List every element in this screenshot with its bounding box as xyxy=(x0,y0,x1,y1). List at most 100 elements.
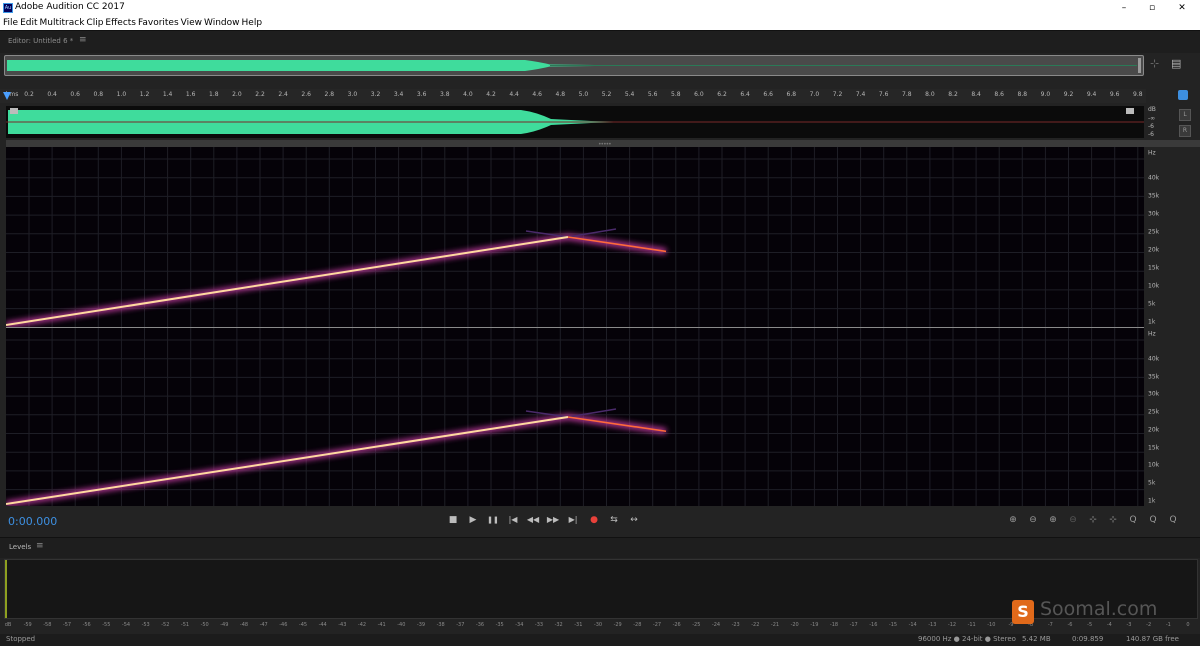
editor-tab-title[interactable]: Editor: Untitled 6 * xyxy=(8,37,73,45)
levels-scale-tick: -57 xyxy=(62,622,72,628)
time-display[interactable]: 0:00.000 xyxy=(8,515,57,528)
hz-tick-label: 40k xyxy=(1148,174,1160,182)
status-bar: Stopped 96000 Hz ● 24-bit ● Stereo 5.42 … xyxy=(0,634,1200,646)
go-to-end-button[interactable]: ▶| xyxy=(564,512,582,528)
ruler-tick-label: 9.8 xyxy=(1133,91,1143,98)
snap-icon[interactable] xyxy=(1178,90,1188,100)
levels-scale-tick: -17 xyxy=(849,622,858,628)
menu-view[interactable]: View xyxy=(180,16,203,30)
levels-scale-tick: -19 xyxy=(810,622,819,628)
ruler-tick-label: 9.4 xyxy=(1086,91,1097,98)
ruler-tick-label: 5.2 xyxy=(601,91,612,98)
hz-tick-label: 15k xyxy=(1148,264,1160,272)
menu-clip[interactable]: Clip xyxy=(85,16,104,30)
levels-scale-tick: -31 xyxy=(574,622,583,628)
zoom-navigator-icon[interactable]: ⊹ xyxy=(1150,57,1159,70)
levels-scale-tick: -22 xyxy=(751,622,760,628)
levels-scale-tick: -48 xyxy=(239,622,249,628)
frequency-scale-right: Hz 40k 35k 30k 25k 20k 15k 10k 5k 1k xyxy=(1146,328,1176,506)
menu-bar: File Edit Multitrack Clip Effects Favorites Vi… xyxy=(0,16,1200,30)
ruler-tick-label: 0.4 xyxy=(47,91,57,98)
menu-effects[interactable]: Effects xyxy=(104,16,137,30)
channel-right-button[interactable]: R xyxy=(1179,125,1191,137)
levels-scale-tick: -27 xyxy=(652,622,662,628)
ruler-tick-label: 6.6 xyxy=(763,91,773,98)
levels-scale-tick: 0 xyxy=(1186,622,1190,628)
waveform-display[interactable] xyxy=(6,106,1144,138)
levels-scale-tick: -33 xyxy=(534,622,544,628)
levels-scale-tick: -16 xyxy=(869,622,878,628)
levels-tab-title[interactable]: Levels xyxy=(9,543,31,551)
hz-unit-label: Hz xyxy=(1148,149,1156,157)
ruler-tick-label: 9.6 xyxy=(1109,91,1120,98)
menu-window[interactable]: Window xyxy=(203,16,241,30)
db-label-inf: -∞ xyxy=(1148,115,1156,122)
levels-scale-tick: -32 xyxy=(554,622,563,628)
zoom-selected-icon[interactable]: Q xyxy=(1164,512,1182,528)
levels-scale-tick: -30 xyxy=(593,622,603,628)
ruler-tick-label: 5.6 xyxy=(647,91,658,98)
watermark: S Soomal.com xyxy=(1012,598,1182,628)
menu-help[interactable]: Help xyxy=(241,16,264,30)
transport-state: Stopped xyxy=(6,635,36,643)
ruler-tick-label: 0.8 xyxy=(93,91,104,98)
ruler-tick-label: 6.2 xyxy=(717,91,727,98)
channel-left-button[interactable]: L xyxy=(1179,109,1191,121)
menu-favorites[interactable]: Favorites xyxy=(137,16,180,30)
fast-forward-button[interactable]: ▶▶ xyxy=(544,512,562,528)
hz-unit-label: Hz xyxy=(1148,330,1156,338)
levels-scale-tick: -21 xyxy=(770,622,780,628)
pause-button[interactable]: ❚❚ xyxy=(484,512,502,528)
panel-options-icon[interactable]: ▤ xyxy=(1171,57,1181,70)
levels-scale-tick: -46 xyxy=(279,622,288,628)
loop-playback-button[interactable]: ⇆ xyxy=(605,512,623,528)
ruler-tick-label: 6.8 xyxy=(786,91,797,98)
levels-menu-icon[interactable]: ≡ xyxy=(36,541,44,551)
menu-file[interactable]: File xyxy=(2,16,19,30)
levels-scale-tick: -56 xyxy=(82,622,91,628)
zoom-to-selection-icon[interactable]: Q xyxy=(1144,512,1162,528)
zoom-out-time-icon[interactable]: ⊖ xyxy=(1064,512,1082,528)
zoom-in-point-in-icon[interactable]: ⊹ xyxy=(1104,512,1122,528)
minimize-button[interactable]: – xyxy=(1110,1,1138,15)
levels-scale-tick: -51 xyxy=(180,622,190,628)
maximize-button[interactable]: ▫ xyxy=(1138,1,1166,15)
ruler-tick-label: 0.6 xyxy=(70,91,80,98)
levels-scale-tick: -10 xyxy=(987,622,996,628)
levels-scale-tick: -59 xyxy=(23,622,32,628)
hz-tick-label: 1k xyxy=(1148,497,1156,505)
close-button[interactable]: ✕ xyxy=(1168,1,1196,15)
play-button[interactable]: ▶ xyxy=(464,512,482,528)
zoom-in-point-out-icon[interactable]: Q xyxy=(1124,512,1142,528)
ruler-tick-label: 7.8 xyxy=(902,91,912,98)
menu-list: File Edit Multitrack Clip Effects Favorites Vi… xyxy=(2,16,263,30)
menu-multitrack[interactable]: Multitrack xyxy=(39,16,86,30)
panel-menu-icon[interactable]: ≡ xyxy=(79,35,87,45)
waveform-graphic xyxy=(6,108,1144,134)
ruler-tick-label: 3.6 xyxy=(416,91,427,98)
zoom-out-full-icon[interactable]: ⊹ xyxy=(1084,512,1102,528)
go-to-start-button[interactable]: |◀ xyxy=(504,512,522,528)
rewind-button[interactable]: ◀◀ xyxy=(524,512,542,528)
levels-scale-tick: -15 xyxy=(888,622,898,628)
menu-edit[interactable]: Edit xyxy=(19,16,38,30)
playhead-marker[interactable] xyxy=(3,92,11,100)
levels-scale-tick: -41 xyxy=(377,622,386,628)
zoom-in-time-icon[interactable]: ⊕ xyxy=(1044,512,1062,528)
skip-selection-button[interactable]: ↔ xyxy=(625,512,643,528)
sweep-alias xyxy=(525,408,617,418)
record-button[interactable]: ● xyxy=(585,512,603,528)
ruler-tick-label: 6.0 xyxy=(694,91,704,98)
stop-button[interactable]: ■ xyxy=(444,512,462,528)
view-divider[interactable]: ••••• xyxy=(6,140,1200,148)
zoom-out-amplitude-icon[interactable]: ⊖ xyxy=(1024,512,1042,528)
zoom-in-amplitude-icon[interactable]: ⊕ xyxy=(1004,512,1022,528)
overview-navigator[interactable] xyxy=(4,55,1144,76)
spectral-display-left-channel[interactable] xyxy=(6,147,1144,327)
time-ruler[interactable]: hms 0.2 0.4 0.6 0.8 1.0 1.2 1.4 1.6 1.8 2.0 2.2 2.4… xyxy=(0,89,1146,103)
levels-scale-tick: -39 xyxy=(416,622,426,628)
hz-tick-label: 30k xyxy=(1148,210,1160,218)
spectral-display-right-channel[interactable] xyxy=(6,328,1144,506)
ruler-tick-label: 1.6 xyxy=(185,91,196,98)
levels-scale-tick: -18 xyxy=(829,622,839,628)
